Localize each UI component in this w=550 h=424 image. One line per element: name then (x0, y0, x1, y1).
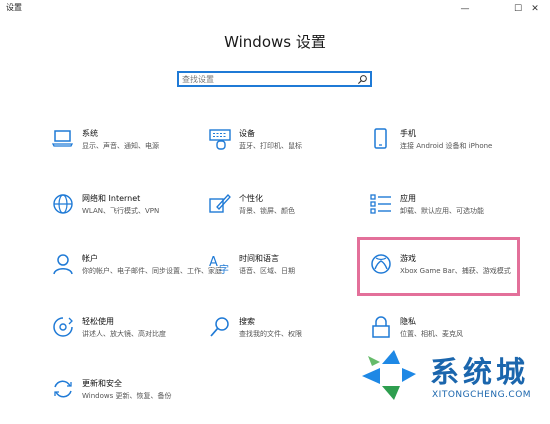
tile-description: 位置、相机、麦克风 (400, 330, 463, 338)
tile-description: 蓝牙、打印机、鼠标 (239, 142, 302, 150)
time-language-icon: A 字 (209, 255, 229, 275)
tile-name: 网络和 Internet (82, 194, 141, 203)
settings-tile-devices[interactable]: 设备 蓝牙、打印机、鼠标 (209, 128, 379, 174)
tile-name: 轻松使用 (82, 317, 114, 326)
svg-text:A: A (209, 255, 218, 270)
search-input[interactable] (182, 73, 352, 85)
tile-name: 个性化 (239, 194, 263, 203)
close-button[interactable]: ✕ (520, 0, 550, 17)
page-title: Windows 设置 (224, 33, 326, 51)
globe-icon (53, 194, 73, 214)
tile-description: Windows 更新、恢复、备份 (82, 392, 172, 400)
window-title: 设置 (6, 3, 22, 12)
watermark-logo (362, 350, 416, 400)
person-icon (53, 254, 73, 275)
tile-name: 更新和安全 (82, 379, 122, 388)
tile-name: 搜索 (239, 317, 255, 326)
settings-tile-search[interactable]: 搜索 查找我的文件、权限 (209, 316, 379, 362)
apps-list-icon (370, 194, 391, 214)
tile-description: 讲述人、放大镜、高对比度 (82, 330, 166, 338)
tile-name: 设备 (239, 129, 255, 138)
tile-name: 应用 (400, 194, 416, 203)
gaming-highlight-box (357, 237, 520, 296)
laptop-icon (52, 130, 74, 147)
svg-text:字: 字 (219, 263, 229, 275)
keyboard-icon (209, 129, 231, 150)
tile-name: 时间和语言 (239, 254, 279, 263)
tile-description: 背景、锁屏、颜色 (239, 207, 295, 215)
tile-name: 隐私 (400, 317, 416, 326)
settings-tile-time-language[interactable]: A 字 时间和语言 语音、区域、日期 (209, 253, 379, 299)
update-icon (54, 380, 72, 398)
tile-description: 查找我的文件、权限 (239, 330, 302, 338)
minimize-button[interactable]: — (448, 0, 482, 17)
settings-tile-system[interactable]: 系统 显示、声音、通知、电源 (52, 128, 222, 174)
title-bar: 设置 — ☐ ✕ (0, 0, 550, 17)
settings-tile-apps[interactable]: 应用 卸载、默认应用、可选功能 (370, 193, 540, 239)
phone-icon (374, 128, 387, 149)
settings-tile-update-security[interactable]: 更新和安全 Windows 更新、恢复、备份 (52, 378, 222, 424)
search-box[interactable] (177, 71, 372, 87)
tile-description: 显示、声音、通知、电源 (82, 142, 159, 150)
tile-name: 系统 (82, 129, 98, 138)
lock-icon (372, 316, 390, 338)
watermark-text: 系统城 (430, 355, 530, 389)
settings-tile-ease-of-access[interactable]: 轻松使用 讲述人、放大镜、高对比度 (52, 316, 222, 362)
search-icon[interactable] (357, 74, 368, 85)
magnifier-icon (210, 317, 229, 337)
tile-description: 卸载、默认应用、可选功能 (400, 207, 484, 215)
settings-tile-phone[interactable]: 手机 连接 Android 设备和 iPhone (370, 128, 540, 174)
watermark-url: XITONGCHENG.COM (432, 390, 532, 400)
tile-name: 帐户 (82, 254, 98, 263)
tile-description: WLAN、飞行模式、VPN (82, 207, 160, 215)
settings-tile-network[interactable]: 网络和 Internet WLAN、飞行模式、VPN (52, 193, 222, 239)
paint-icon (209, 194, 231, 213)
tile-description: 你的帐户、电子邮件、同步设置、工作、家庭 (82, 267, 222, 275)
ease-of-access-icon (53, 317, 73, 337)
settings-tile-personalization[interactable]: 个性化 背景、锁屏、颜色 (209, 193, 379, 239)
settings-tile-accounts[interactable]: 帐户 你的帐户、电子邮件、同步设置、工作、家庭 (52, 253, 222, 299)
tile-description: 连接 Android 设备和 iPhone (400, 142, 493, 150)
tile-name: 手机 (400, 129, 416, 138)
